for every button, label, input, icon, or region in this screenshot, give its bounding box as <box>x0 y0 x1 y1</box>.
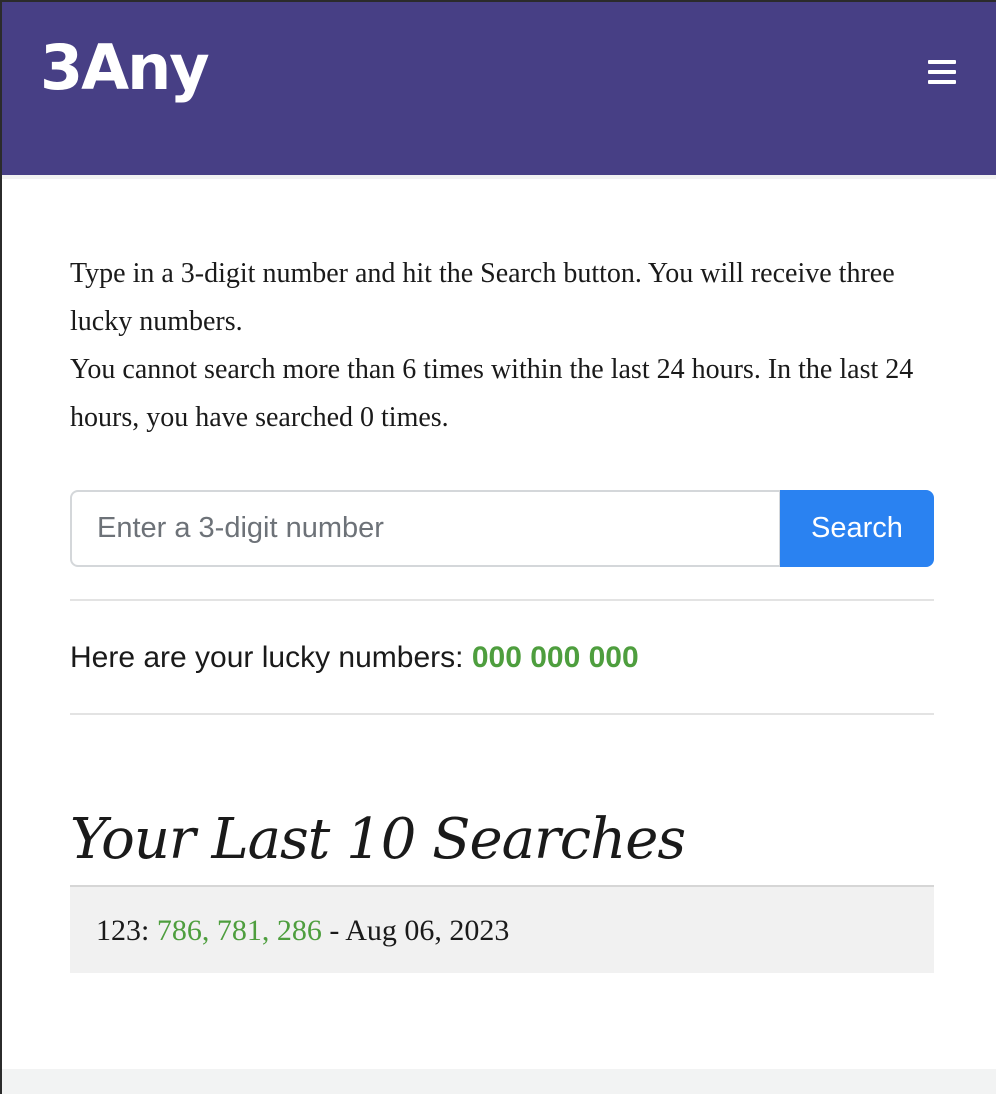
divider <box>70 713 934 715</box>
history-title: Your Last 10 Searches <box>70 807 686 872</box>
history-item: 123: 786, 781, 286 - Aug 06, 2023 <box>96 914 510 947</box>
lucky-numbers-label: Here are your lucky numbers: <box>70 641 464 674</box>
history-list: 123: 786, 781, 286 - Aug 06, 2023 <box>70 885 934 973</box>
number-search-input[interactable] <box>70 490 781 567</box>
menu-bar <box>928 80 956 84</box>
navbar: 3Any <box>0 0 996 179</box>
search-button[interactable]: Search <box>780 490 934 567</box>
brand-logo[interactable]: 3Any <box>40 28 210 108</box>
footer <box>0 1069 996 1094</box>
divider <box>70 599 934 601</box>
instructions-line-1: Type in a 3-digit number and hit the Sea… <box>70 258 895 337</box>
menu-bar <box>928 60 956 64</box>
instructions-line-2: You cannot search more than 6 times with… <box>70 354 914 433</box>
instructions: Type in a 3-digit number and hit the Sea… <box>70 250 934 442</box>
menu-bar <box>928 70 956 74</box>
history-item-results: 786, 781, 286 <box>156 914 322 947</box>
lucky-numbers-result: Here are your lucky numbers: 000 000 000 <box>70 636 639 680</box>
history-item-date: Aug 06, 2023 <box>345 914 510 947</box>
history-item-query: 123 <box>96 914 141 947</box>
hamburger-menu-icon[interactable] <box>926 58 958 86</box>
lucky-numbers-value: 000 000 000 <box>471 641 639 674</box>
